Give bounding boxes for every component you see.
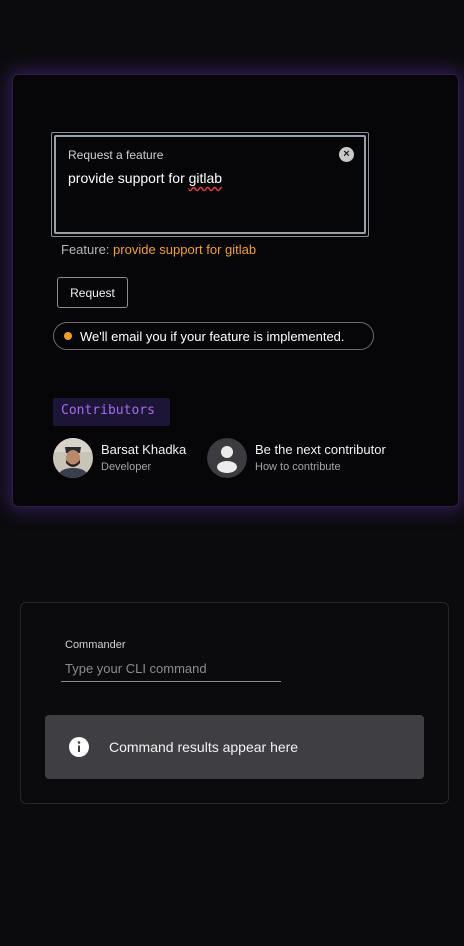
- feature-preview: Feature: provide support for gitlab: [61, 242, 256, 257]
- feature-value-misspelled: gitlab: [188, 170, 223, 186]
- email-notice-text: We'll email you if your feature is imple…: [80, 328, 345, 344]
- feature-value-plain: provide support for: [68, 170, 189, 186]
- commander-label: Commander: [65, 639, 126, 651]
- next-contributor-item[interactable]: Be the next contributor How to contribut…: [207, 438, 386, 478]
- info-icon: [69, 737, 89, 757]
- avatar: [53, 438, 93, 478]
- clear-icon[interactable]: ×: [339, 147, 354, 162]
- cli-command-input[interactable]: [61, 656, 281, 682]
- feature-textarea-value[interactable]: provide support for gitlab: [68, 170, 222, 186]
- contributor-name: Be the next contributor: [255, 441, 386, 457]
- feature-preview-prefix: Feature:: [61, 242, 110, 257]
- request-button[interactable]: Request: [57, 277, 128, 308]
- commander-card: Commander Command results appear here: [20, 602, 449, 804]
- feature-preview-value: provide support for gitlab: [113, 242, 257, 257]
- feature-textarea-inner[interactable]: Request a feature provide support for gi…: [54, 135, 366, 234]
- contributor-item[interactable]: Barsat Khadka Developer: [53, 438, 186, 478]
- person-icon: [207, 438, 247, 478]
- contributor-role: Developer: [101, 460, 152, 473]
- status-dot-icon: [64, 332, 72, 340]
- contributor-name: Barsat Khadka: [101, 441, 187, 457]
- command-results-panel: Command results appear here: [45, 715, 424, 779]
- feature-textarea[interactable]: Request a feature provide support for gi…: [51, 132, 369, 237]
- command-results-text: Command results appear here: [109, 739, 299, 755]
- email-notice: We'll email you if your feature is imple…: [53, 322, 374, 350]
- contributors-heading: Contributors: [53, 398, 170, 426]
- feature-textarea-label: Request a feature: [68, 148, 164, 162]
- feature-request-card: Request a feature provide support for gi…: [12, 74, 459, 507]
- how-to-contribute-link[interactable]: How to contribute: [255, 459, 386, 475]
